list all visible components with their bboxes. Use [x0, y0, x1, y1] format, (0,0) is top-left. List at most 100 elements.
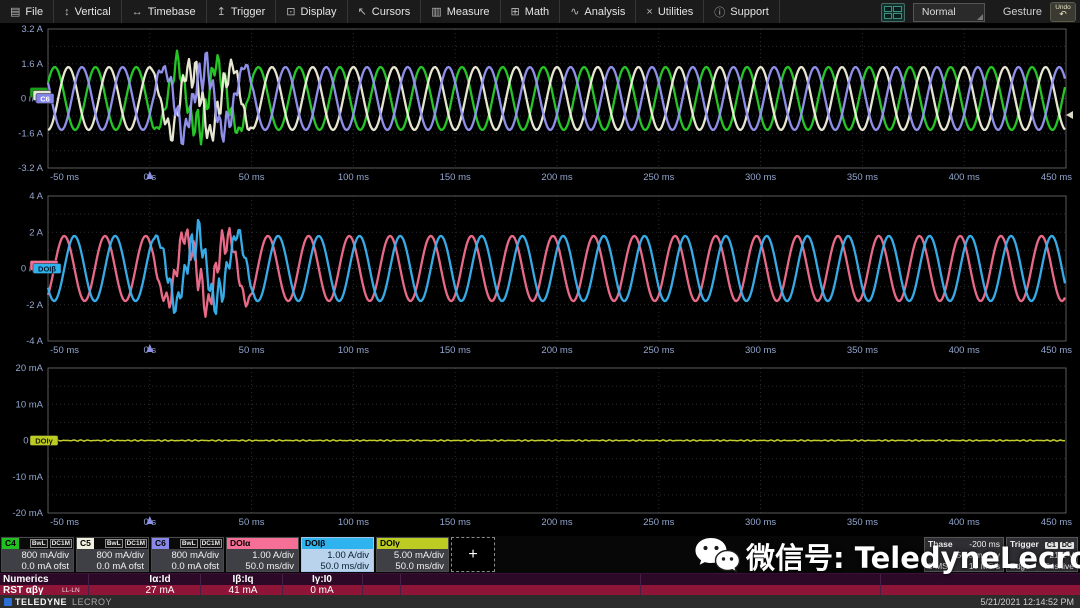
oscilloscope-app: ▤File↕Vertical↔Timebase ↥ Trigger ⊡ Display ↖…	[0, 0, 1080, 608]
offset-or-timebase: 50.0 ms/div	[302, 561, 369, 572]
tbase-delay: -200 ms	[969, 539, 1000, 550]
channel-name: DOIα	[227, 538, 298, 549]
x-axis-label: 300 ms	[745, 345, 776, 356]
vertical-scale: 800 mA/div	[2, 550, 69, 561]
acquisition-mode-label: Normal	[922, 6, 956, 18]
acquisition-mode-dropdown[interactable]: Normal	[913, 3, 985, 22]
y-axis-label: 10 mA	[16, 399, 44, 410]
channel-name: C5	[77, 538, 94, 549]
menu-item-cursors[interactable]: ↖ Cursors	[348, 0, 422, 23]
menu-item-analysis[interactable]: ∿Analysis	[560, 0, 636, 23]
badge-bwl: BwL	[180, 539, 198, 548]
brand-name-light: LECROY	[72, 597, 112, 607]
trigger-level-marker-icon	[1066, 111, 1073, 119]
menu-item-label: Support	[730, 6, 769, 18]
menu-item-label: Display	[300, 6, 336, 18]
menu-item-measure[interactable]: ▥Measure	[421, 0, 500, 23]
y-axis-label: 1.6 A	[21, 59, 43, 70]
grid-clarke-currents-alpha-beta[interactable]: 4 A2 A0 mA-2 A-4 A-50 ms0 s50 ms100 ms15…	[21, 191, 1072, 356]
x-axis-label: 200 ms	[541, 172, 572, 183]
x-axis-label: 400 ms	[949, 517, 980, 528]
channel-settings: 1.00 A/div50.0 ms/div	[227, 549, 298, 572]
menu-item-support[interactable]: ⓘ Support	[704, 0, 780, 23]
trace-DOIβ[interactable]	[48, 220, 1065, 314]
offset-or-timebase: 50.0 ms/div	[227, 561, 294, 572]
numerics-title: Numerics	[3, 574, 49, 585]
channel-badges: BwLDC1M	[19, 538, 73, 549]
trigger-source-badge: C1	[1045, 542, 1058, 549]
trigger-descriptor[interactable]: Trigger C1DC 21.2 V Edge Positive	[1006, 537, 1078, 572]
channel-descriptor-C5[interactable]: C5BwLDC1M800 mA/div0.0 mA ofst	[76, 537, 149, 572]
menu-item-trigger[interactable]: ↥ Trigger	[207, 0, 277, 23]
y-axis-label: -1.6 A	[18, 128, 43, 139]
channel-descriptor-DOIβ[interactable]: DOIβ1.00 A/div50.0 ms/div	[301, 537, 374, 572]
add-trace-button[interactable]: +	[451, 537, 495, 572]
y-axis-label: -20 mA	[12, 508, 43, 519]
y-axis-label: -10 mA	[12, 472, 43, 483]
menu-items: ▤File↕Vertical↔Timebase ↥ Trigger ⊡ Display ↖…	[0, 0, 780, 23]
vertical-scale: 1.00 A/div	[227, 550, 294, 561]
numerics-separator	[880, 574, 881, 596]
channel-descriptor-DOIγ[interactable]: DOIγ5.00 mA/div50.0 ms/div	[376, 537, 449, 572]
menu-item-math[interactable]: ⊞Math	[501, 0, 561, 23]
support-icon: ⓘ	[714, 4, 725, 20]
timebase-descriptor[interactable]: Tbase -200 ms 50.0 ms/div 5 MS 10 MS/s	[924, 537, 1004, 572]
channel-name: DOIβ	[302, 538, 373, 549]
x-axis-label: 50 ms	[239, 345, 265, 356]
offset-or-timebase: 50.0 ms/div	[377, 561, 444, 572]
channel-descriptor-DOIα[interactable]: DOIα1.00 A/div50.0 ms/div	[226, 537, 299, 572]
channel-descriptor-C4[interactable]: C4BwLDC1M800 mA/div0.0 mA ofst	[1, 537, 74, 572]
trigger-icon: ↥	[217, 5, 226, 18]
menu-bar: ▤File↕Vertical↔Timebase ↥ Trigger ⊡ Display ↖…	[0, 0, 1080, 24]
numerics-table[interactable]: Numerics Iα:IdIβ:IqIγ:I0 RST αβγ LL-LN 2…	[0, 573, 1080, 595]
x-axis-label: -50 ms	[50, 517, 79, 528]
grid-zero-sequence-current[interactable]: 20 mA10 mA0 µA-10 mA-20 mA-50 ms0 s50 ms…	[12, 363, 1072, 528]
y-axis-label: -3.2 A	[18, 163, 43, 174]
tbase-div: 50.0 ms/div	[928, 550, 1000, 561]
menu-item-display[interactable]: ⊡ Display	[276, 0, 347, 23]
y-axis-label: -4 A	[26, 336, 44, 347]
gesture-label: Gesture	[1003, 6, 1042, 18]
utilities-icon: ×	[646, 6, 652, 18]
menu-item-label: Trigger	[231, 6, 265, 18]
menu-item-label: Cursors	[372, 6, 411, 18]
undo-button[interactable]: Undo ↶	[1050, 2, 1076, 22]
undo-arrow-icon: ↶	[1059, 10, 1067, 19]
brand-mark-icon	[4, 598, 12, 606]
measure-icon: ▥	[431, 5, 441, 18]
trigger-slope: Positive	[1044, 561, 1074, 572]
menu-item-file[interactable]: ▤File	[0, 0, 54, 23]
vertical-icon: ↕	[64, 6, 70, 18]
channel-settings: 5.00 mA/div50.0 ms/div	[377, 549, 448, 572]
x-axis-label: 150 ms	[440, 345, 471, 356]
trigger-level: 21.2 V	[1010, 550, 1074, 561]
x-axis-label: 300 ms	[745, 172, 776, 183]
x-axis-label: -50 ms	[50, 345, 79, 356]
channel-settings: 800 mA/div0.0 mA ofst	[2, 549, 73, 572]
channel-descriptor-C6[interactable]: C6BwLDC1M800 mA/div0.0 mA ofst	[151, 537, 224, 572]
x-axis-label: 100 ms	[338, 517, 369, 528]
menu-item-label: Math	[525, 6, 549, 18]
numerics-separator	[282, 574, 283, 596]
menu-item-timebase[interactable]: ↔Timebase	[122, 0, 207, 23]
x-axis-label: 350 ms	[847, 345, 878, 356]
channel-badges: BwLDC1M	[169, 538, 223, 549]
menu-item-utilities[interactable]: ×Utilities	[636, 0, 704, 23]
x-axis-label: 250 ms	[643, 172, 674, 183]
file-icon: ▤	[10, 5, 20, 18]
waveform-display[interactable]: 3.2 A1.6 A0 mA-1.6 A-3.2 A-50 ms0 s50 ms…	[0, 24, 1080, 536]
descriptor-strip: Tbase -200 ms 50.0 ms/div 5 MS 10 MS/s T…	[0, 536, 1080, 573]
grid-layout-button[interactable]	[881, 3, 905, 22]
x-axis-label: 400 ms	[949, 172, 980, 183]
x-axis-label: -50 ms	[50, 172, 79, 183]
menu-item-vertical[interactable]: ↕Vertical	[54, 0, 122, 23]
cursors-icon: ↖	[358, 5, 367, 18]
grid-phase-currents-RST[interactable]: 3.2 A1.6 A0 mA-1.6 A-3.2 A-50 ms0 s50 ms…	[18, 24, 1073, 183]
numerics-header-row: Numerics Iα:IdIβ:IqIγ:I0	[0, 574, 1080, 585]
numerics-separator	[400, 574, 401, 596]
offset-or-timebase: 0.0 mA ofst	[2, 561, 69, 572]
status-bar: TELEDYNE LECROY 5/21/2021 12:14:52 PM	[0, 595, 1080, 608]
y-axis-label: 4 A	[29, 191, 43, 202]
display-icon: ⊡	[286, 5, 295, 18]
vertical-scale: 1.00 A/div	[302, 550, 369, 561]
